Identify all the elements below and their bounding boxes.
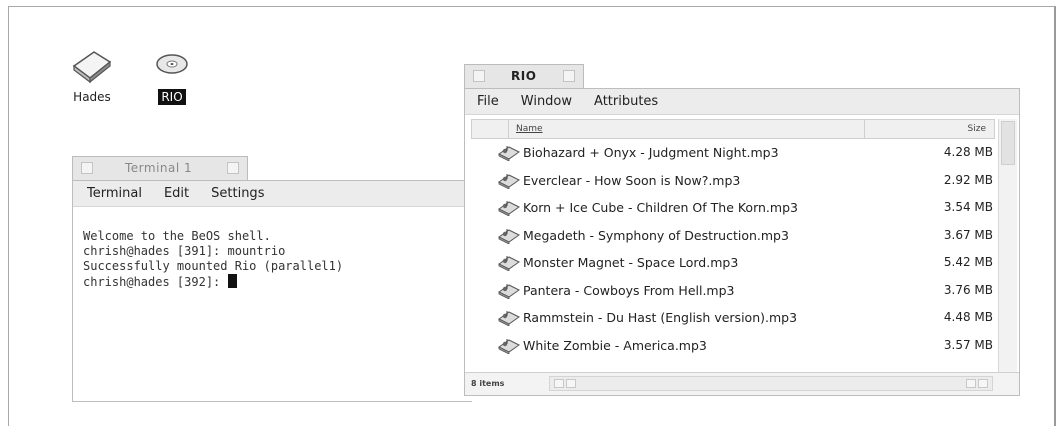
menu-terminal[interactable]: Terminal <box>87 186 142 201</box>
file-name: Rammstein - Du Hast (English version).mp… <box>523 310 798 325</box>
terminal-line: Successfully mounted Rio (parallel1) <box>83 259 344 273</box>
menu-settings[interactable]: Settings <box>211 186 264 201</box>
file-name: Biohazard + Onyx - Judgment Night.mp3 <box>523 145 779 160</box>
file-name: Korn + Ice Cube - Children Of The Korn.m… <box>523 200 798 215</box>
mp3-file-icon <box>497 255 521 272</box>
terminal-prompt: chrish@hades [392]: <box>83 275 228 289</box>
disc-icon <box>156 54 188 74</box>
rio-tab[interactable]: RIO <box>464 64 584 88</box>
scroll-right-icon[interactable] <box>978 379 988 388</box>
rio-window: File Window Attributes Name Size Biohaza… <box>464 88 1020 396</box>
file-size: 3.67 MB <box>943 227 993 242</box>
desktop-icon-label: Hades <box>73 90 111 104</box>
scroll-right-icon[interactable] <box>566 379 576 388</box>
file-row[interactable]: Korn + Ice Cube - Children Of The Korn.m… <box>471 194 995 222</box>
desktop-icon-rio[interactable]: RIO <box>148 48 196 105</box>
close-box-icon[interactable] <box>473 70 485 82</box>
menu-edit[interactable]: Edit <box>164 186 189 201</box>
file-name: Everclear - How Soon is Now?.mp3 <box>523 172 741 188</box>
menu-file[interactable]: File <box>477 94 499 109</box>
terminal-output[interactable]: Welcome to the BeOS shell. chrish@hades [… <box>73 207 472 290</box>
desktop-icon-label: RIO <box>158 89 186 105</box>
file-row[interactable]: Pantera - Cowboys From Hell.mp3 3.76 MB <box>471 277 995 305</box>
zoom-box-icon[interactable] <box>227 162 239 174</box>
column-header: Name Size <box>471 119 995 139</box>
terminal-prompt-line: chrish@hades [392]: <box>83 274 472 290</box>
terminal-line: Welcome to the BeOS shell. <box>83 229 271 243</box>
file-size: 3.57 MB <box>943 337 993 352</box>
horizontal-scrollbar[interactable] <box>549 376 993 391</box>
file-size: 3.54 MB <box>943 200 993 214</box>
rio-title: RIO <box>511 69 537 83</box>
column-size[interactable]: Size <box>968 124 986 134</box>
mp3-file-icon <box>497 338 521 355</box>
file-name: Pantera - Cowboys From Hell.mp3 <box>523 282 735 298</box>
file-name: White Zombie - America.mp3 <box>523 337 707 353</box>
desktop-icon-hades[interactable]: Hades <box>62 48 122 105</box>
terminal-menubar: Terminal Edit Settings <box>73 181 472 207</box>
rio-menubar: File Window Attributes <box>465 89 1019 115</box>
file-row[interactable]: Rammstein - Du Hast (English version).mp… <box>471 304 995 332</box>
zoom-box-icon[interactable] <box>563 70 575 82</box>
menu-attributes[interactable]: Attributes <box>594 94 658 109</box>
scroll-left-icon[interactable] <box>554 379 564 388</box>
mp3-file-icon <box>497 310 521 327</box>
terminal-window: Terminal Edit Settings Welcome to the Be… <box>72 180 472 402</box>
mp3-file-icon <box>497 173 521 190</box>
mp3-file-icon <box>497 228 521 245</box>
file-row[interactable]: Biohazard + Onyx - Judgment Night.mp3 4.2… <box>471 139 995 167</box>
hard-disk-icon <box>72 51 112 84</box>
status-bar: 8 items <box>465 372 1019 395</box>
file-name: Megadeth - Symphony of Destruction.mp3 <box>523 227 789 243</box>
file-size: 4.28 MB <box>943 145 993 159</box>
close-box-icon[interactable] <box>81 162 93 174</box>
file-row[interactable]: Everclear - How Soon is Now?.mp3 2.92 MB <box>471 167 995 195</box>
scroll-left-icon[interactable] <box>966 379 976 388</box>
terminal-title: Terminal 1 <box>125 161 193 175</box>
mp3-file-icon <box>497 145 521 162</box>
menu-window[interactable]: Window <box>521 94 572 109</box>
file-row[interactable]: White Zombie - America.mp3 3.57 MB <box>471 332 995 360</box>
file-size: 5.42 MB <box>943 255 993 269</box>
file-size: 3.76 MB <box>943 282 993 297</box>
file-size: 2.92 MB <box>943 172 993 187</box>
column-name[interactable]: Name <box>516 124 543 134</box>
file-size: 4.48 MB <box>943 310 993 324</box>
item-count: 8 items <box>471 379 505 388</box>
file-name: Monster Magnet - Space Lord.mp3 <box>523 255 739 270</box>
scroll-thumb[interactable] <box>1001 121 1015 165</box>
mp3-file-icon <box>497 283 521 300</box>
vertical-scrollbar[interactable] <box>998 119 1017 373</box>
terminal-tab[interactable]: Terminal 1 <box>72 156 248 180</box>
mp3-file-icon <box>497 200 521 217</box>
file-row[interactable]: Monster Magnet - Space Lord.mp3 5.42 MB <box>471 249 995 277</box>
file-list: Biohazard + Onyx - Judgment Night.mp3 4.2… <box>471 139 995 359</box>
terminal-line: chrish@hades [391]: mountrio <box>83 244 286 258</box>
text-cursor <box>227 274 237 288</box>
file-row[interactable]: Megadeth - Symphony of Destruction.mp3 3.… <box>471 222 995 250</box>
